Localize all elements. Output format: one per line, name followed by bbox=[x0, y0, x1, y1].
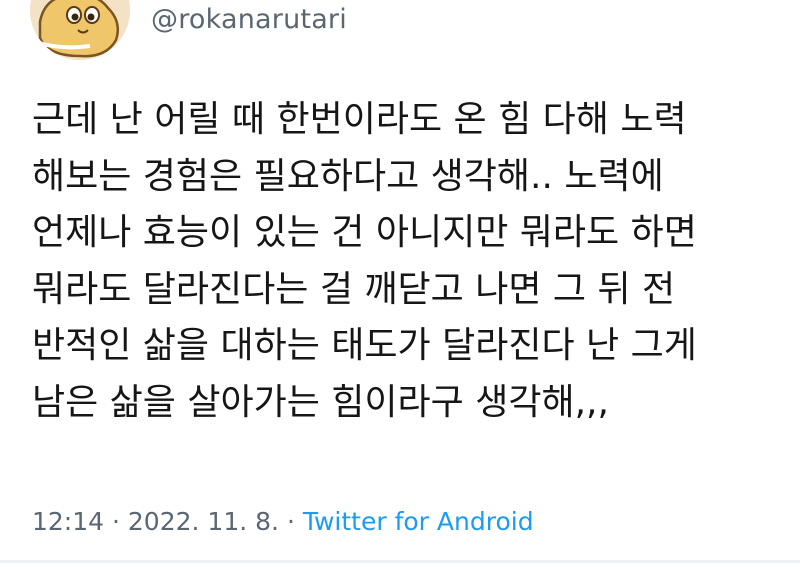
tweet-text: 근데 난 어릴 때 한번이라도 온 힘 다해 노력 해보는 경험은 필요하다고 … bbox=[32, 92, 792, 431]
tweet-line: 반적인 삶을 대하는 태도가 달라진다 난 그게 bbox=[32, 325, 697, 366]
tweet-line: 뭐라도 달라진다는 걸 깨닫고 나면 그 뒤 전 bbox=[32, 268, 676, 310]
source-link[interactable]: Twitter for Android bbox=[303, 507, 534, 536]
tweet-line: 해보는 경험은 필요하다고 생각해.. 노력에 bbox=[32, 155, 664, 197]
tweet-metadata: 12:14 · 2022. 11. 8. · Twitter for Andro… bbox=[32, 507, 534, 536]
tweet-time[interactable]: 12:14 bbox=[32, 507, 104, 536]
tweet-date[interactable]: 2022. 11. 8. bbox=[128, 507, 279, 536]
user-handle[interactable]: @rokanarutari bbox=[151, 4, 347, 35]
tweet-line: 근데 난 어릴 때 한번이라도 온 힘 다해 노력 bbox=[32, 99, 687, 140]
meta-separator: · bbox=[286, 507, 295, 536]
cat-avatar-icon bbox=[30, 0, 130, 60]
tweet-line: 언제나 효능이 있는 건 아니지만 뭐라도 하면 bbox=[32, 212, 697, 253]
tweet-line: 남은 삶을 살아가는 힘이라구 생각해,,, bbox=[32, 381, 609, 423]
meta-separator: · bbox=[112, 507, 120, 536]
avatar[interactable] bbox=[30, 0, 130, 60]
